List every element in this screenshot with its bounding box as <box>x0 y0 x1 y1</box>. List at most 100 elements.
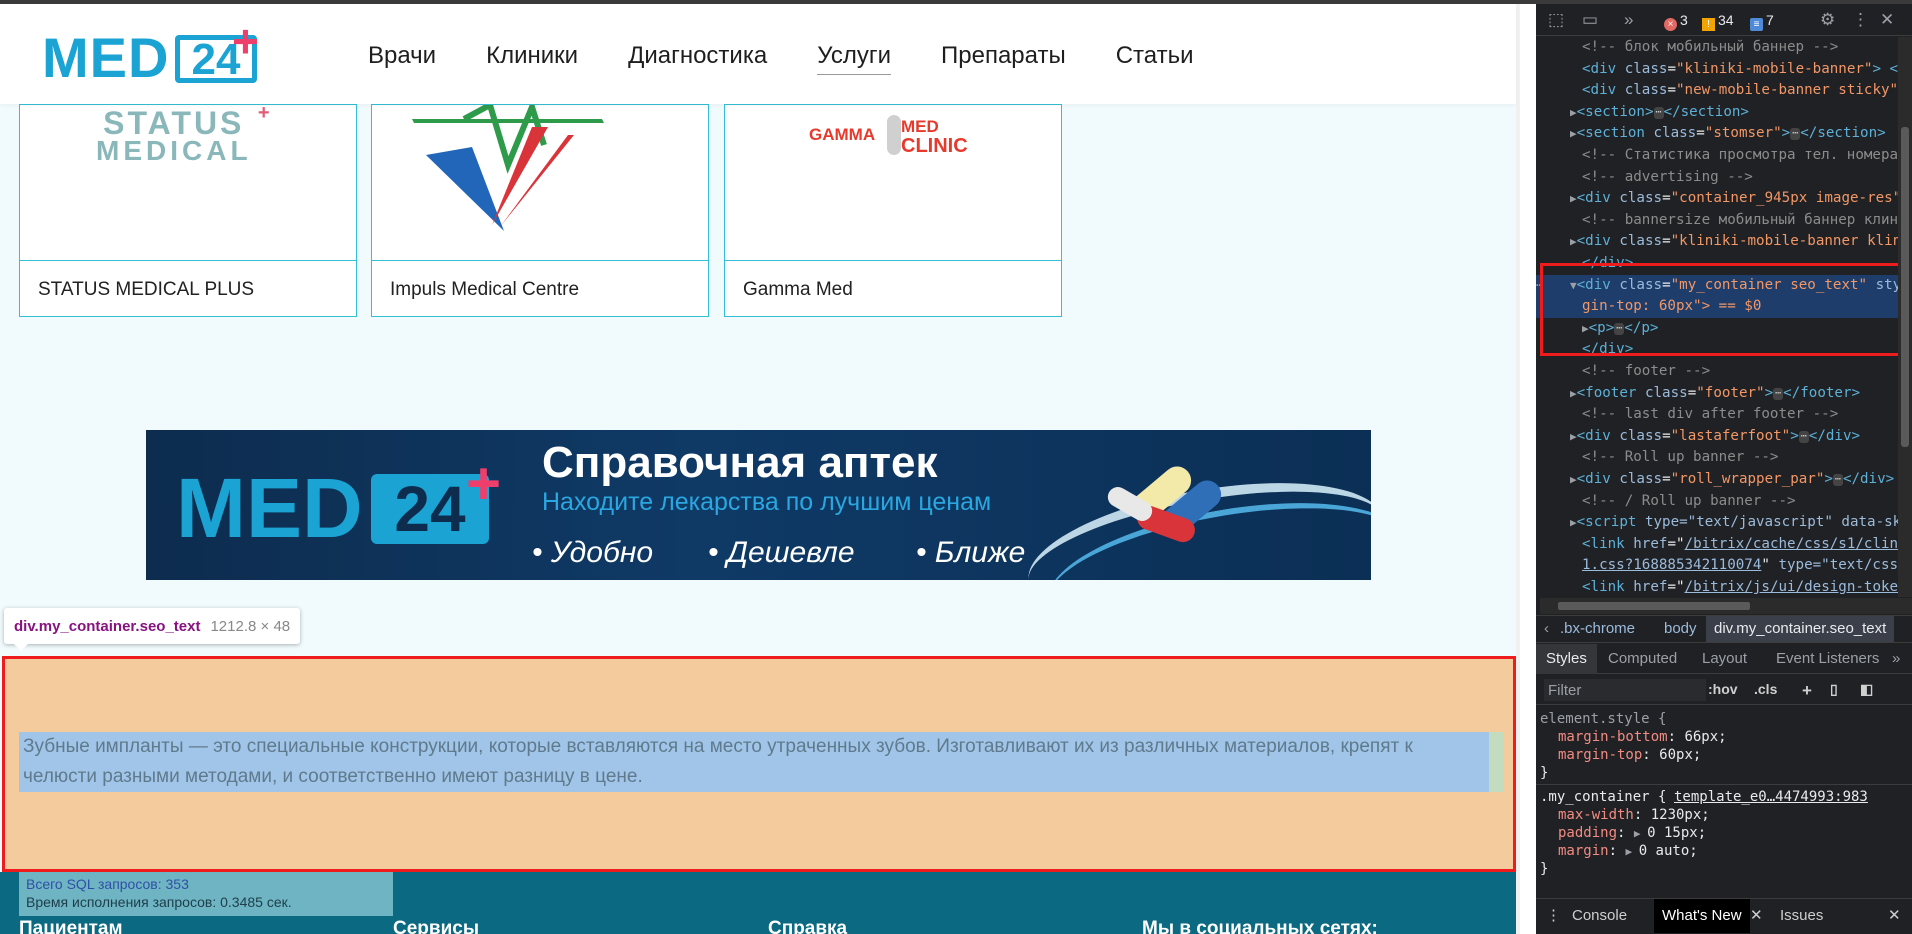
tab-event-listeners[interactable]: Event Listeners <box>1776 644 1879 674</box>
drawer-tab-whats-new[interactable]: What's New <box>1654 899 1750 933</box>
css-rule-source-link[interactable]: template_e0…4474993:983 <box>1674 788 1868 807</box>
clinic-name[interactable]: STATUS MEDICAL PLUS <box>38 279 254 301</box>
med24-logo[interactable]: MED 24 + <box>42 18 272 88</box>
more-tabs-icon[interactable]: » <box>1624 11 1633 29</box>
clinic-name[interactable]: Impuls Medical Centre <box>390 279 579 301</box>
style-property[interactable]: margin-bottom: 66px; <box>1558 728 1727 747</box>
seo-text-paragraph: Зубные импланты — это специальные констр… <box>23 736 1413 787</box>
breadcrumb-item-current[interactable]: div.my_container.seo_text <box>1706 616 1895 642</box>
warning-icon: ! <box>1702 18 1715 31</box>
footer-col-social: Мы в социальных сетях: <box>1142 918 1378 934</box>
dom-node-line[interactable]: ▶<p> ⋯ </p> <box>1536 318 1912 340</box>
clinic-card-status-medical[interactable]: STATUS MEDICAL + STATUS MEDICAL PLUS <box>19 104 357 317</box>
drawer-menu-icon[interactable]: ⋮ <box>1546 899 1561 933</box>
web-page: MED 24 + Врачи Клиники Диагностика Услуг… <box>0 0 1520 934</box>
devtools-drawer-tabs: ⋮ Console What's New ✕ Issues ✕ <box>1536 898 1912 934</box>
inspect-tooltip: div.my_container.seo_text 1212.8 × 48 <box>4 608 301 644</box>
dom-node-line[interactable]: </div> <box>1536 339 1912 361</box>
banner-bullet-closer: • Ближе <box>916 536 1026 569</box>
clinic-logo-impuls <box>372 105 708 261</box>
more-tabs-icon[interactable]: » <box>1892 644 1900 674</box>
tab-styles[interactable]: Styles <box>1536 644 1597 674</box>
nav-doctors[interactable]: Врачи <box>368 42 436 75</box>
styles-filter-bar: :hov .cls + ▯ ◧ <box>1536 675 1912 705</box>
dom-node-line[interactable]: <!-- Статистика просмотра тел. номера --… <box>1536 145 1912 167</box>
nav-diagnostics[interactable]: Диагностика <box>628 42 767 75</box>
message-icon: ≡ <box>1750 18 1763 31</box>
drawer-tab-console[interactable]: Console <box>1572 899 1627 933</box>
messages-badge[interactable]: ≡ 7 <box>1750 10 1774 31</box>
elements-dom-tree[interactable]: <!-- блок мобильный баннер --> <div class… <box>1536 37 1912 597</box>
dom-node-line[interactable]: <link href="/bitrix/js/ui/design-token <box>1536 577 1912 597</box>
nav-articles[interactable]: Статьи <box>1116 42 1194 75</box>
sidebar-tabs: Styles Computed Layout Event Listeners » <box>1536 644 1912 674</box>
seo-text-container-highlight[interactable]: Зубные импланты — это специальные констр… <box>2 656 1516 872</box>
dom-node-line[interactable]: <link href="/bitrix/cache/css/s1/clini <box>1536 534 1912 556</box>
banner-bullet-cheaper: • Дешевле <box>708 536 855 569</box>
dom-node-line[interactable]: ▶<footer class="footer"> ⋯ </footer> <box>1536 383 1912 405</box>
nav-clinics[interactable]: Клиники <box>486 42 578 75</box>
clinic-card-gamma-med[interactable]: GAMMA MED CLINIC Gamma Med <box>724 104 1062 317</box>
css-rule-selector: .my_container { <box>1540 789 1667 805</box>
dom-node-line[interactable]: ▶<script type="text/javascript" data-sk <box>1536 512 1912 534</box>
expand-arrow-icon[interactable]: ▶ <box>1634 827 1647 840</box>
nav-medicines[interactable]: Препараты <box>941 42 1066 75</box>
breadcrumb-item[interactable]: body <box>1664 616 1697 642</box>
cls-toggle[interactable]: .cls <box>1754 681 1777 697</box>
dom-node-line[interactable]: ▶<div class="lastaferfoot"> ⋯ </div> <box>1536 426 1912 448</box>
close-devtools-icon[interactable]: ✕ <box>1880 11 1894 29</box>
dom-vertical-scrollbar[interactable] <box>1898 37 1912 597</box>
close-tab-icon[interactable]: ✕ <box>1750 899 1763 933</box>
dom-node-line[interactable]: <!-- advertising --> <box>1536 167 1912 189</box>
sql-stats: Всего SQL запросов: 353 Время исполнения… <box>19 872 393 916</box>
style-property[interactable]: padding: ▶ 0 15px; <box>1558 824 1706 844</box>
errors-badge[interactable]: × 3 <box>1664 10 1688 31</box>
style-property[interactable]: margin-top: 60px; <box>1558 746 1701 765</box>
pharmacy-banner[interactable]: MED 24 + Справочная аптек Находите лекар… <box>146 430 1371 580</box>
warnings-badge[interactable]: ! 34 <box>1702 10 1734 31</box>
nav-services[interactable]: Услуги <box>817 42 892 75</box>
settings-gear-icon[interactable]: ⚙ <box>1820 11 1835 29</box>
dom-node-line[interactable]: <!-- last div after footer --> <box>1536 404 1912 426</box>
hov-toggle[interactable]: :hov <box>1708 681 1738 697</box>
dom-node-line[interactable]: gin-top: 60px"> == $0 <box>1536 296 1912 318</box>
clinic-name[interactable]: Gamma Med <box>743 279 853 301</box>
tab-computed[interactable]: Computed <box>1608 644 1677 674</box>
dom-node-line[interactable]: ▶<div class="container_945px image-res">… <box>1536 188 1912 210</box>
toggle-sidebar-icon[interactable]: ◧ <box>1860 681 1873 698</box>
paint-brush-icon[interactable]: ▯ <box>1830 681 1838 698</box>
dom-node-line[interactable]: <!-- Roll up banner --> <box>1536 447 1912 469</box>
dom-node-line[interactable]: ▶<section class="stomser"> ⋯ </section> <box>1536 123 1912 145</box>
dom-node-line[interactable]: <div class="kliniki-mobile-banner"> </di… <box>1536 59 1912 81</box>
dom-node-line[interactable]: </div> <box>1536 253 1912 275</box>
dom-horizontal-scrollbar[interactable] <box>1540 598 1912 614</box>
new-style-rule-icon[interactable]: + <box>1802 681 1812 701</box>
drawer-tab-issues[interactable]: Issues <box>1780 899 1823 933</box>
close-drawer-icon[interactable]: ✕ <box>1888 899 1901 933</box>
breadcrumb-scroll-left-icon[interactable]: ‹ <box>1544 616 1549 642</box>
dom-node-selected[interactable]: ▼<div class="my_container seo_text" styl… <box>1536 274 1912 297</box>
style-property[interactable]: margin: ▶ 0 auto; <box>1558 842 1698 862</box>
dom-node-line[interactable]: ▶<div class="kliniki-mobile-banner klini… <box>1536 231 1912 253</box>
dom-node-line[interactable]: <!-- footer --> <box>1536 361 1912 383</box>
device-toolbar-icon[interactable]: ▭ <box>1582 11 1598 29</box>
page-scrollbar[interactable] <box>1516 4 1520 934</box>
breadcrumb-item[interactable]: .bx-chrome <box>1560 616 1635 642</box>
footer-col-patients: Пациентам <box>19 918 123 934</box>
clinic-card-impuls[interactable]: Impuls Medical Centre <box>371 104 709 317</box>
dom-node-line[interactable]: 1.css?168885342110074" type="text/css" <box>1536 555 1912 577</box>
style-property[interactable]: max-width: 1230px; <box>1558 806 1710 825</box>
dom-node-line[interactable]: ▶<div class="roll_wrapper_par"> ⋯ </div> <box>1536 469 1912 491</box>
inspect-element-icon[interactable]: ⬚ <box>1548 11 1564 29</box>
dom-node-line[interactable]: <!-- / Roll up banner --> <box>1536 491 1912 513</box>
dom-node-line[interactable]: <!-- блок мобильный баннер --> <box>1536 37 1912 59</box>
dom-node-line[interactable]: ▶<section> ⋯ </section> <box>1536 102 1912 124</box>
node-actions-icon[interactable]: ⋯ <box>1536 275 1543 296</box>
tab-layout[interactable]: Layout <box>1702 644 1747 674</box>
dom-node-line[interactable]: <div class="new-mobile-banner sticky"></… <box>1536 80 1912 102</box>
expand-arrow-icon[interactable]: ▶ <box>1625 845 1638 858</box>
dom-node-line[interactable]: <!-- bannersize мобильный баннер клиники… <box>1536 210 1912 232</box>
styles-filter-input[interactable] <box>1544 679 1706 701</box>
more-options-icon[interactable]: ⋮ <box>1852 11 1869 29</box>
main-nav: Врачи Клиники Диагностика Услуги Препара… <box>368 42 1244 75</box>
